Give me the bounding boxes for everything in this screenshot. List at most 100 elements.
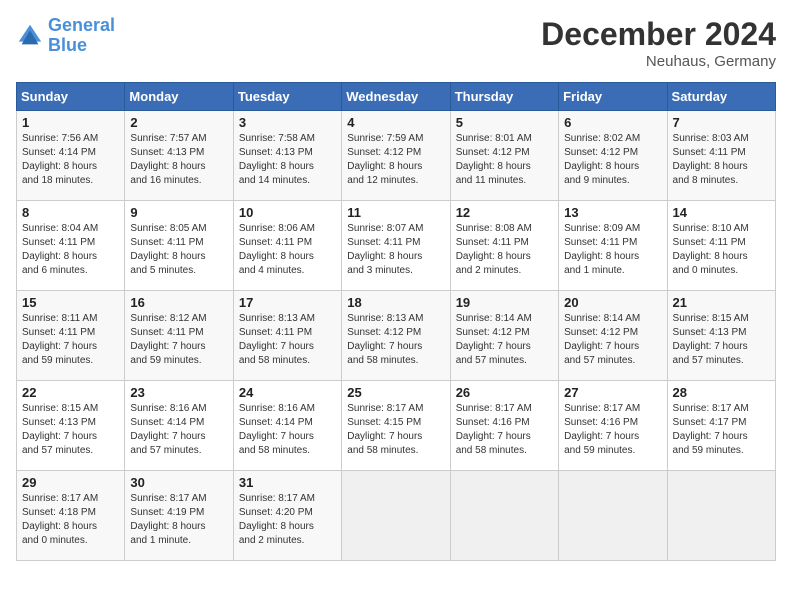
- day-number: 1: [22, 115, 119, 130]
- day-detail: Sunrise: 7:56 AM Sunset: 4:14 PM Dayligh…: [22, 132, 119, 188]
- day-number: 19: [456, 295, 553, 310]
- calendar-cell: 4Sunrise: 7:59 AM Sunset: 4:12 PM Daylig…: [342, 111, 450, 201]
- day-number: 23: [130, 385, 227, 400]
- day-number: 25: [347, 385, 444, 400]
- day-number: 10: [239, 205, 336, 220]
- day-number: 22: [22, 385, 119, 400]
- day-number: 17: [239, 295, 336, 310]
- calendar-cell: 24 Sunrise: 8:16 AM Sunset: 4:14 PM Dayli…: [233, 381, 341, 471]
- day-header-monday: Monday: [125, 83, 233, 111]
- day-number: 7: [673, 115, 770, 130]
- title-area: December 2024 Neuhaus, Germany: [541, 16, 776, 70]
- calendar-cell: 6 Sunrise: 8:02 AM Sunset: 4:12 PM Daylig…: [559, 111, 667, 201]
- day-number: 31: [239, 475, 336, 490]
- day-detail: Sunrise: 8:16 AM Sunset: 4:14 PM Dayligh…: [130, 402, 227, 458]
- logo: General Blue: [16, 16, 115, 56]
- day-number: 18: [347, 295, 444, 310]
- calendar-cell: 17 Sunrise: 8:13 AM Sunset: 4:11 PM Dayli…: [233, 291, 341, 381]
- day-detail: Sunrise: 8:06 AM Sunset: 4:11 PM Dayligh…: [239, 222, 336, 278]
- day-header-thursday: Thursday: [450, 83, 558, 111]
- day-number: 2: [130, 115, 227, 130]
- day-number: 16: [130, 295, 227, 310]
- day-number: 20: [564, 295, 661, 310]
- day-header-saturday: Saturday: [667, 83, 775, 111]
- day-detail: Sunrise: 8:13 AM Sunset: 4:12 PM Dayligh…: [347, 312, 444, 368]
- calendar-cell: 29Sunrise: 8:17 AM Sunset: 4:18 PM Dayli…: [17, 471, 125, 561]
- calendar-cell: 9 Sunrise: 8:05 AM Sunset: 4:11 PM Daylig…: [125, 201, 233, 291]
- day-detail: Sunrise: 8:17 AM Sunset: 4:17 PM Dayligh…: [673, 402, 770, 458]
- logo-line2: Blue: [48, 35, 87, 55]
- day-detail: Sunrise: 8:08 AM Sunset: 4:11 PM Dayligh…: [456, 222, 553, 278]
- day-detail: Sunrise: 7:58 AM Sunset: 4:13 PM Dayligh…: [239, 132, 336, 188]
- day-header-friday: Friday: [559, 83, 667, 111]
- day-detail: Sunrise: 8:07 AM Sunset: 4:11 PM Dayligh…: [347, 222, 444, 278]
- calendar-cell: 18 Sunrise: 8:13 AM Sunset: 4:12 PM Dayli…: [342, 291, 450, 381]
- day-detail: Sunrise: 8:12 AM Sunset: 4:11 PM Dayligh…: [130, 312, 227, 368]
- calendar-cell: 26Sunrise: 8:17 AM Sunset: 4:16 PM Dayli…: [450, 381, 558, 471]
- day-detail: Sunrise: 8:17 AM Sunset: 4:15 PM Dayligh…: [347, 402, 444, 458]
- day-detail: Sunrise: 8:14 AM Sunset: 4:12 PM Dayligh…: [456, 312, 553, 368]
- week-row-3: 15Sunrise: 8:11 AM Sunset: 4:11 PM Dayli…: [17, 291, 776, 381]
- day-detail: Sunrise: 8:09 AM Sunset: 4:11 PM Dayligh…: [564, 222, 661, 278]
- calendar-cell: 22 Sunrise: 8:15 AM Sunset: 4:13 PM Dayli…: [17, 381, 125, 471]
- week-row-5: 29Sunrise: 8:17 AM Sunset: 4:18 PM Dayli…: [17, 471, 776, 561]
- calendar-cell: [667, 471, 775, 561]
- calendar-cell: 13Sunrise: 8:09 AM Sunset: 4:11 PM Dayli…: [559, 201, 667, 291]
- logo-text: General Blue: [48, 16, 115, 56]
- calendar-cell: 25 Sunrise: 8:17 AM Sunset: 4:15 PM Dayli…: [342, 381, 450, 471]
- day-number: 30: [130, 475, 227, 490]
- day-detail: Sunrise: 8:17 AM Sunset: 4:19 PM Dayligh…: [130, 492, 227, 548]
- calendar-header-row: SundayMondayTuesdayWednesdayThursdayFrid…: [17, 83, 776, 111]
- week-row-2: 8Sunrise: 8:04 AM Sunset: 4:11 PM Daylig…: [17, 201, 776, 291]
- calendar-cell: 2Sunrise: 7:57 AM Sunset: 4:13 PM Daylig…: [125, 111, 233, 201]
- header: General Blue December 2024 Neuhaus, Germ…: [16, 16, 776, 70]
- day-number: 3: [239, 115, 336, 130]
- day-detail: Sunrise: 8:05 AM Sunset: 4:11 PM Dayligh…: [130, 222, 227, 278]
- day-header-tuesday: Tuesday: [233, 83, 341, 111]
- day-number: 24: [239, 385, 336, 400]
- day-detail: Sunrise: 8:01 AM Sunset: 4:12 PM Dayligh…: [456, 132, 553, 188]
- day-number: 15: [22, 295, 119, 310]
- week-row-4: 22 Sunrise: 8:15 AM Sunset: 4:13 PM Dayli…: [17, 381, 776, 471]
- calendar-cell: 30 Sunrise: 8:17 AM Sunset: 4:19 PM Dayli…: [125, 471, 233, 561]
- day-detail: Sunrise: 8:13 AM Sunset: 4:11 PM Dayligh…: [239, 312, 336, 368]
- calendar-cell: 3 Sunrise: 7:58 AM Sunset: 4:13 PM Daylig…: [233, 111, 341, 201]
- day-detail: Sunrise: 8:10 AM Sunset: 4:11 PM Dayligh…: [673, 222, 770, 278]
- calendar-cell: [342, 471, 450, 561]
- logo-icon: [16, 22, 44, 50]
- day-detail: Sunrise: 8:14 AM Sunset: 4:12 PM Dayligh…: [564, 312, 661, 368]
- calendar-cell: 7Sunrise: 8:03 AM Sunset: 4:11 PM Daylig…: [667, 111, 775, 201]
- day-number: 8: [22, 205, 119, 220]
- calendar-cell: 8Sunrise: 8:04 AM Sunset: 4:11 PM Daylig…: [17, 201, 125, 291]
- day-detail: Sunrise: 8:17 AM Sunset: 4:20 PM Dayligh…: [239, 492, 336, 548]
- calendar-cell: 28 Sunrise: 8:17 AM Sunset: 4:17 PM Dayli…: [667, 381, 775, 471]
- day-number: 5: [456, 115, 553, 130]
- day-number: 4: [347, 115, 444, 130]
- calendar-cell: 23 Sunrise: 8:16 AM Sunset: 4:14 PM Dayli…: [125, 381, 233, 471]
- calendar-cell: 15Sunrise: 8:11 AM Sunset: 4:11 PM Dayli…: [17, 291, 125, 381]
- calendar-cell: 14Sunrise: 8:10 AM Sunset: 4:11 PM Dayli…: [667, 201, 775, 291]
- month-title: December 2024: [541, 16, 776, 53]
- calendar-cell: 20 Sunrise: 8:14 AM Sunset: 4:12 PM Dayli…: [559, 291, 667, 381]
- day-detail: Sunrise: 8:02 AM Sunset: 4:12 PM Dayligh…: [564, 132, 661, 188]
- day-detail: Sunrise: 8:17 AM Sunset: 4:16 PM Dayligh…: [564, 402, 661, 458]
- day-detail: Sunrise: 8:17 AM Sunset: 4:16 PM Dayligh…: [456, 402, 553, 458]
- calendar-body: 1 Sunrise: 7:56 AM Sunset: 4:14 PM Daylig…: [17, 111, 776, 561]
- calendar-cell: 1 Sunrise: 7:56 AM Sunset: 4:14 PM Daylig…: [17, 111, 125, 201]
- calendar-cell: [450, 471, 558, 561]
- day-number: 12: [456, 205, 553, 220]
- logo-line1: General: [48, 15, 115, 35]
- calendar-cell: 27 Sunrise: 8:17 AM Sunset: 4:16 PM Dayli…: [559, 381, 667, 471]
- calendar-cell: 31 Sunrise: 8:17 AM Sunset: 4:20 PM Dayli…: [233, 471, 341, 561]
- day-number: 28: [673, 385, 770, 400]
- calendar-cell: 12 Sunrise: 8:08 AM Sunset: 4:11 PM Dayli…: [450, 201, 558, 291]
- calendar-cell: 16 Sunrise: 8:12 AM Sunset: 4:11 PM Dayli…: [125, 291, 233, 381]
- calendar-cell: 11Sunrise: 8:07 AM Sunset: 4:11 PM Dayli…: [342, 201, 450, 291]
- day-number: 6: [564, 115, 661, 130]
- day-number: 9: [130, 205, 227, 220]
- day-detail: Sunrise: 8:16 AM Sunset: 4:14 PM Dayligh…: [239, 402, 336, 458]
- day-detail: Sunrise: 8:15 AM Sunset: 4:13 PM Dayligh…: [22, 402, 119, 458]
- day-header-sunday: Sunday: [17, 83, 125, 111]
- week-row-1: 1 Sunrise: 7:56 AM Sunset: 4:14 PM Daylig…: [17, 111, 776, 201]
- day-number: 27: [564, 385, 661, 400]
